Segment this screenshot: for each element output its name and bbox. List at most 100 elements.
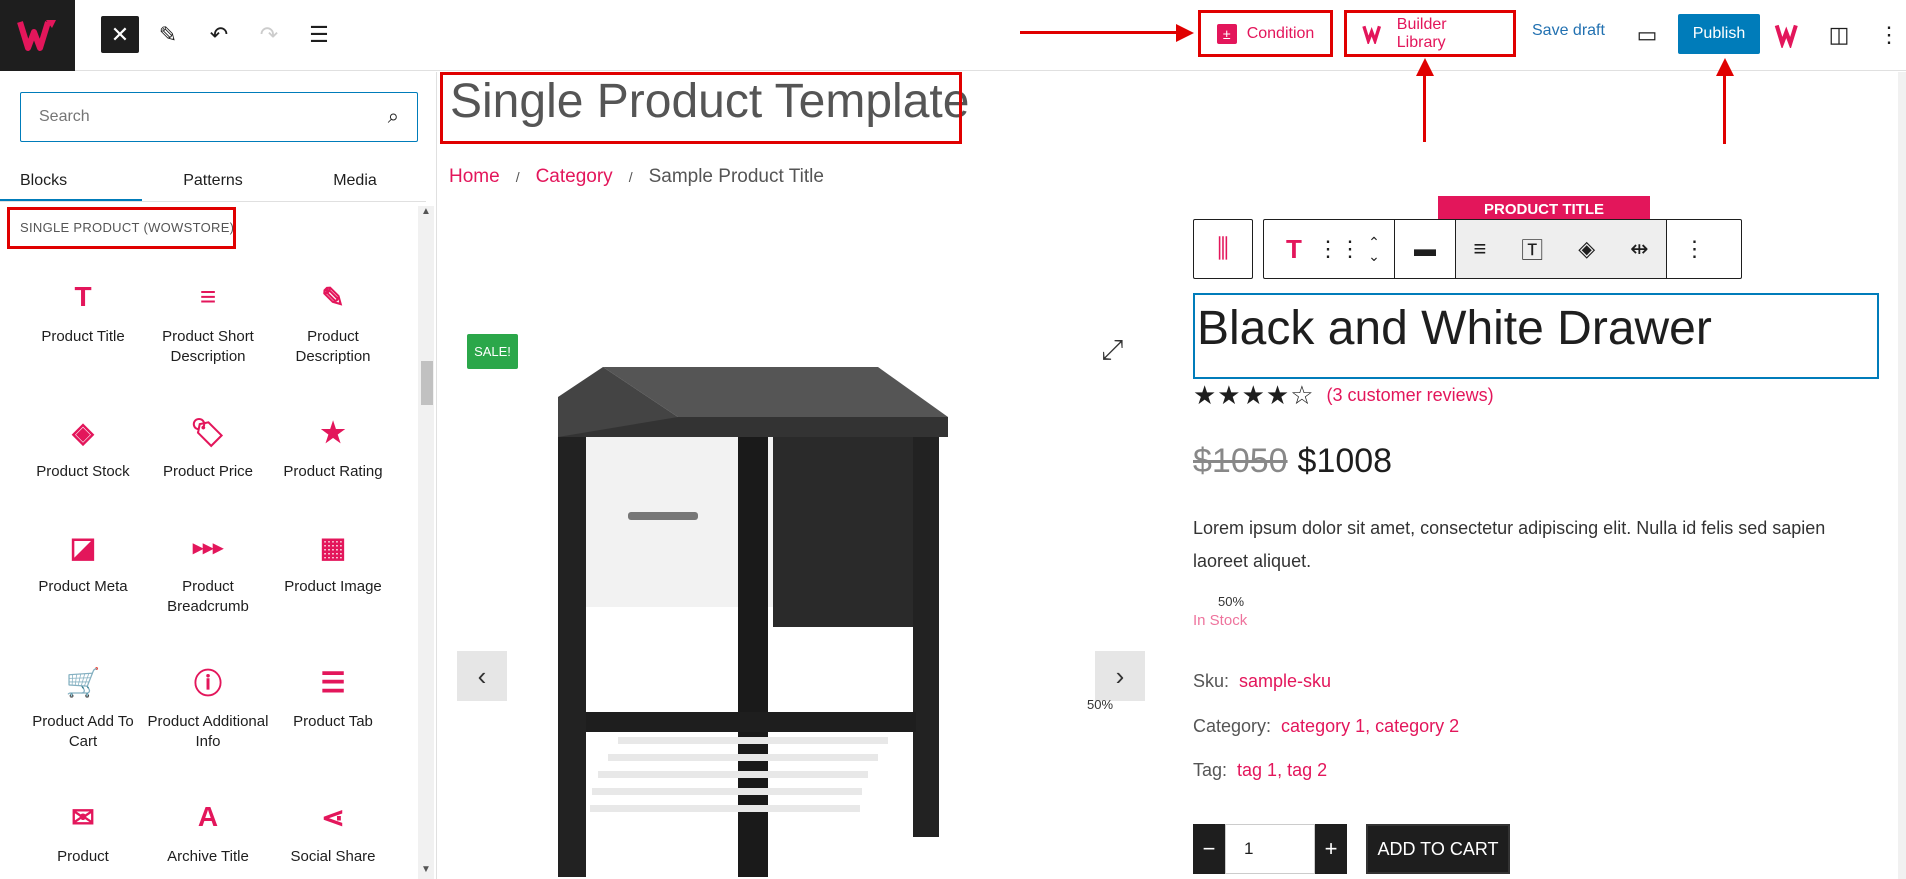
block-social-share[interactable]: ⋖ Social Share	[270, 797, 396, 867]
breadcrumb-home[interactable]: Home	[449, 166, 500, 188]
sidebar-scrollbar[interactable]: ▲ ▼	[418, 206, 434, 879]
spacing-icon[interactable]: ⇹	[1630, 236, 1648, 262]
sale-price: $1008	[1297, 442, 1393, 480]
old-price: $1050	[1193, 442, 1288, 480]
annotation-arrow	[1020, 31, 1180, 34]
canvas-scrollbar[interactable]	[1898, 72, 1906, 879]
save-draft-button[interactable]: Save draft	[1532, 22, 1605, 40]
columns-icon: ⫼	[1217, 233, 1229, 263]
search-field[interactable]: ⌕	[20, 92, 418, 142]
percent-label: 50%	[1218, 594, 1245, 609]
breadcrumb-current: Sample Product Title	[648, 166, 824, 187]
product-title[interactable]: Black and White Drawer	[1197, 301, 1712, 356]
prev-arrow-icon[interactable]: ‹	[457, 651, 507, 701]
options-menu-icon[interactable]: ⋮	[1872, 18, 1906, 52]
add-to-cart-button[interactable]: ADD TO CART	[1366, 824, 1510, 874]
percent-label: 50%	[1087, 697, 1114, 712]
tab-blocks[interactable]: Blocks	[0, 162, 142, 201]
block-product[interactable]: ✉ Product	[20, 797, 146, 867]
parent-block-button[interactable]: ⫼	[1193, 219, 1253, 279]
block-inserter-sidebar: ⌕ Blocks Patterns Media SINGLE PRODUCT (…	[0, 72, 437, 879]
builder-library-icon	[1362, 25, 1382, 44]
text-align-icon[interactable]: ≡	[1473, 236, 1486, 262]
meta-icon: ◪	[69, 531, 97, 563]
block-product-tab[interactable]: ☰ Product Tab	[270, 662, 396, 732]
info-icon: ⓘ	[193, 668, 222, 699]
stock-status: In Stock	[1193, 612, 1248, 629]
block-product-price[interactable]: 🏷 Product Price	[145, 412, 271, 482]
sidebar-toggle-icon[interactable]: ◫	[1822, 18, 1856, 52]
product-short-description: Lorem ipsum dolor sit amet, consectetur …	[1193, 518, 1826, 571]
search-icon[interactable]: ⌕	[388, 106, 399, 129]
breadcrumb: Home / Category / Sample Product Title	[449, 166, 824, 188]
category-row: Category: category 1, category 2	[1193, 716, 1460, 736]
block-toolbar: T ⋮⋮ ⌃ ⌄ ▬ ≡ 🅃 ◈ ⇹ ⋮	[1263, 219, 1742, 279]
tab-patterns[interactable]: Patterns	[142, 162, 284, 201]
redo-icon[interactable]: ↷	[252, 18, 286, 52]
cart-icon: 🛒	[65, 666, 101, 698]
quantity-input[interactable]: 1	[1225, 824, 1315, 874]
reviews-link[interactable]: (3 customer reviews)	[1327, 385, 1494, 406]
next-arrow-icon[interactable]: ›	[1095, 651, 1145, 701]
document-title[interactable]: Single Product Template	[450, 74, 969, 129]
editor-canvas: Single Product Template Home / Category …	[438, 72, 1906, 879]
condition-icon: ±	[1216, 23, 1237, 44]
pencil-icon[interactable]: ✎	[151, 18, 185, 52]
box-icon: ◈	[72, 416, 94, 448]
block-product-stock[interactable]: ◈ Product Stock	[20, 412, 146, 482]
block-product-add-to-cart[interactable]: 🛒 Product Add To Cart	[20, 662, 146, 752]
breadcrumb-category[interactable]: Category	[536, 166, 613, 188]
inserter-tabs: Blocks Patterns Media	[0, 162, 426, 202]
scroll-thumb[interactable]	[421, 361, 433, 405]
condition-button[interactable]: ± Condition	[1198, 10, 1333, 57]
block-product-image[interactable]: ▦ Product Image	[270, 527, 396, 597]
scroll-up-icon[interactable]: ▲	[421, 206, 431, 217]
quantity-stepper: − 1 +	[1193, 824, 1347, 874]
lines-icon: ≡	[199, 281, 217, 312]
color-fill-icon[interactable]: ◈	[1578, 236, 1595, 262]
scroll-down-icon[interactable]: ▼	[421, 864, 431, 875]
star-icon: ★	[320, 416, 346, 448]
list-view-icon[interactable]: ☰	[302, 18, 336, 52]
block-archive-title[interactable]: A Archive Title	[145, 797, 271, 867]
block-product-rating[interactable]: ★ Product Rating	[270, 412, 396, 482]
expand-icon[interactable]: ⤢	[1101, 334, 1123, 367]
breadcrumb-separator: /	[515, 169, 520, 185]
typography-icon[interactable]: 🅃	[1521, 233, 1543, 265]
publish-button[interactable]: Publish	[1678, 14, 1760, 54]
drag-handle-icon[interactable]: ⋮⋮	[1317, 236, 1361, 262]
price-tag-icon: 🏷	[190, 416, 226, 448]
block-product-short-description[interactable]: ≡ Product Short Description	[145, 277, 271, 367]
preview-desktop-icon[interactable]: ▭	[1630, 18, 1664, 52]
block-product-meta[interactable]: ◪ Product Meta	[20, 527, 146, 597]
wowstore-logo-icon	[16, 19, 56, 51]
undo-icon[interactable]: ↶	[202, 18, 236, 52]
product-title-block[interactable]: Black and White Drawer	[1193, 293, 1879, 379]
block-product-description[interactable]: ✎ Product Description	[270, 277, 396, 367]
arrow-head	[1176, 24, 1194, 42]
category-label: SINGLE PRODUCT (WOWSTORE)	[20, 220, 235, 235]
breadcrumb-separator: /	[628, 169, 633, 185]
title-block-icon[interactable]: T	[1264, 234, 1324, 265]
decrease-qty-button[interactable]: −	[1193, 824, 1225, 874]
search-input[interactable]	[39, 108, 339, 126]
wowstore-settings-icon[interactable]	[1772, 18, 1806, 52]
move-up-down-icon[interactable]: ⌃ ⌄	[1354, 235, 1394, 263]
block-align-icon[interactable]: ▬	[1395, 236, 1455, 262]
wowstore-logo[interactable]	[0, 0, 75, 71]
chat-icon: ✉	[71, 801, 95, 833]
more-options-icon[interactable]: ⋮	[1667, 236, 1722, 262]
close-button[interactable]: ✕	[101, 16, 139, 53]
product-image[interactable]	[508, 342, 1028, 879]
top-toolbar: ✕ ✎ ↶ ↷ ☰ ± Condition Builder Library Sa…	[0, 0, 1906, 71]
tab-media[interactable]: Media	[284, 162, 426, 201]
block-product-breadcrumb[interactable]: ▸▸▸ Product Breadcrumb	[145, 527, 271, 617]
block-product-title[interactable]: T Product Title	[20, 277, 146, 347]
tabs-icon: ☰	[320, 666, 346, 698]
builder-library-button[interactable]: Builder Library	[1344, 10, 1516, 57]
edit-doc-icon: ✎	[321, 281, 345, 313]
image-icon: ▦	[319, 531, 347, 563]
letter-a-icon: A	[197, 801, 219, 832]
increase-qty-button[interactable]: +	[1315, 824, 1347, 874]
block-product-additional-info[interactable]: ⓘ Product Additional Info	[145, 662, 271, 752]
